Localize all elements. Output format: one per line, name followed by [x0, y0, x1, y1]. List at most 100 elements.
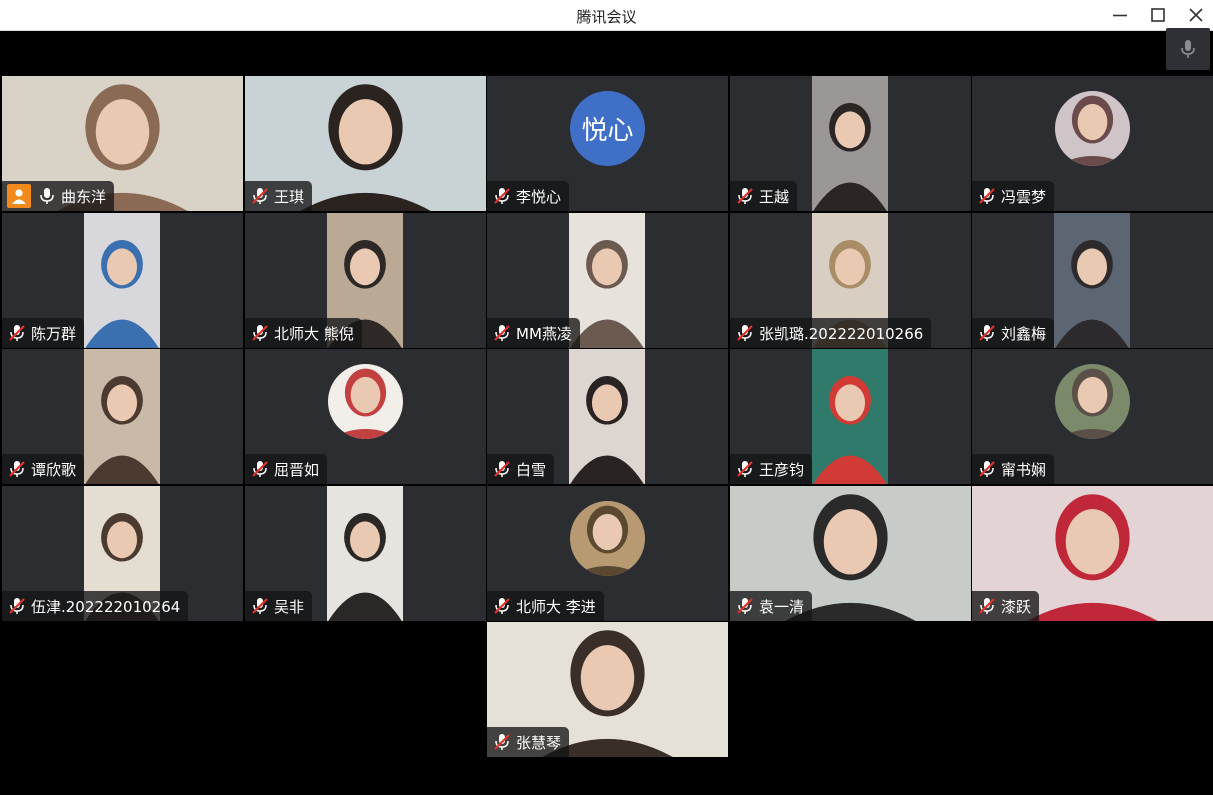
participant-tile[interactable]: 刘鑫梅: [972, 213, 1213, 348]
mic-muted-icon: [9, 598, 25, 614]
mic-on-indicator: [37, 186, 57, 206]
participant-name: 张凯璐.202222010266: [759, 324, 924, 343]
participant-tile[interactable]: 甯书娴: [972, 349, 1213, 484]
close-button[interactable]: [1180, 3, 1212, 27]
participant-name: 王琪: [274, 187, 305, 206]
host-icon: [12, 189, 26, 204]
participant-video: [1054, 213, 1130, 348]
participant-tile[interactable]: 悦心李悦心: [487, 76, 728, 211]
minimize-button[interactable]: [1104, 3, 1136, 27]
mic-muted-indicator: [977, 459, 997, 479]
participant-name: 冯雲梦: [1001, 187, 1047, 206]
mic-muted-icon: [252, 461, 268, 477]
participant-video: [327, 486, 403, 621]
participant-name: 张慧琴: [516, 733, 562, 752]
participant-tile[interactable]: 吴非: [245, 486, 486, 621]
participant-tile[interactable]: 冯雲梦: [972, 76, 1213, 211]
participant-avatar: [570, 501, 645, 576]
mic-muted-icon: [737, 325, 753, 341]
participant-avatar: [1055, 91, 1130, 166]
participant-name: 北师大 熊倪: [274, 324, 354, 343]
participant-tile[interactable]: 王越: [730, 76, 971, 211]
participant-tile[interactable]: 陈万群: [2, 213, 243, 348]
mic-muted-icon: [9, 325, 25, 341]
mic-muted-indicator: [492, 323, 512, 343]
mic-muted-indicator: [977, 323, 997, 343]
participant-video: [84, 349, 160, 484]
name-tag: 甯书娴: [972, 454, 1055, 484]
maximize-button[interactable]: [1142, 3, 1174, 27]
mic-muted-icon: [979, 598, 995, 614]
host-badge: [7, 184, 31, 208]
microphone-button[interactable]: [1166, 28, 1210, 70]
mic-muted-icon: [494, 461, 510, 477]
name-tag: 伍津.202222010264: [2, 591, 189, 621]
participant-tile[interactable]: 北师大 李进: [487, 486, 728, 621]
mic-muted-icon: [9, 461, 25, 477]
participant-name: 李悦心: [516, 187, 562, 206]
mic-muted-indicator: [7, 596, 27, 616]
participant-tile[interactable]: 北师大 熊倪: [245, 213, 486, 348]
participant-tile[interactable]: 王彦钧: [730, 349, 971, 484]
name-tag: MM燕凌: [487, 318, 580, 348]
name-tag: 漆跃: [972, 591, 1040, 621]
minimize-icon: [1113, 14, 1127, 17]
participant-avatar: 悦心: [570, 91, 645, 166]
mic-muted-indicator: [735, 596, 755, 616]
name-tag: 李悦心: [487, 181, 570, 211]
mic-muted-icon: [252, 188, 268, 204]
participant-video: [812, 76, 888, 211]
participant-tile[interactable]: 袁一清: [730, 486, 971, 621]
participant-video: [812, 349, 888, 484]
participant-tile[interactable]: 谭欣歌: [2, 349, 243, 484]
name-tag: 刘鑫梅: [972, 318, 1055, 348]
name-tag: 张凯璐.202222010266: [730, 318, 932, 348]
name-tag: 谭欣歌: [2, 454, 85, 484]
participant-video: [569, 349, 645, 484]
mic-muted-icon: [737, 598, 753, 614]
mic-muted-icon: [979, 461, 995, 477]
participant-tile[interactable]: 曲东洋: [2, 76, 243, 211]
name-tag: 王彦钧: [730, 454, 813, 484]
name-tag: 张慧琴: [487, 727, 570, 757]
participant-tile[interactable]: 王琪: [245, 76, 486, 211]
participant-tile[interactable]: 白雪: [487, 349, 728, 484]
participant-tile[interactable]: 张凯璐.202222010266: [730, 213, 971, 348]
window-title: 腾讯会议: [576, 8, 637, 26]
mic-muted-indicator: [7, 323, 27, 343]
mic-muted-indicator: [250, 186, 270, 206]
title-bar: 腾讯会议: [0, 0, 1213, 31]
name-tag: 曲东洋: [2, 181, 115, 211]
mic-muted-icon: [252, 325, 268, 341]
participant-name: 王越: [759, 187, 790, 206]
mic-muted-icon: [494, 325, 510, 341]
mic-muted-icon: [494, 188, 510, 204]
participant-name: 陈万群: [31, 324, 77, 343]
name-tag: 王越: [730, 181, 798, 211]
mic-muted-indicator: [7, 459, 27, 479]
participant-tile[interactable]: 漆跃: [972, 486, 1213, 621]
mic-muted-indicator: [492, 732, 512, 752]
mic-muted-icon: [979, 188, 995, 204]
name-tag: 袁一清: [730, 591, 813, 621]
participant-tile[interactable]: MM燕凌: [487, 213, 728, 348]
participant-video: [569, 213, 645, 348]
mic-muted-icon: [737, 188, 753, 204]
participant-name: 刘鑫梅: [1001, 324, 1047, 343]
participant-tile[interactable]: 伍津.202222010264: [2, 486, 243, 621]
participant-tile[interactable]: 屈晋如: [245, 349, 486, 484]
mic-muted-indicator: [977, 186, 997, 206]
participant-name: 袁一清: [759, 597, 805, 616]
name-tag: 屈晋如: [245, 454, 328, 484]
close-icon: [1189, 8, 1203, 22]
mic-muted-indicator: [250, 596, 270, 616]
participant-avatar: [1055, 364, 1130, 439]
name-tag: 王琪: [245, 181, 313, 211]
maximize-icon: [1151, 8, 1165, 22]
name-tag: 冯雲梦: [972, 181, 1055, 211]
participant-name: 北师大 李进: [516, 597, 596, 616]
mic-muted-icon: [494, 734, 510, 750]
mic-muted-indicator: [492, 459, 512, 479]
mic-on-icon: [40, 188, 54, 204]
participant-tile[interactable]: 张慧琴: [487, 622, 728, 757]
